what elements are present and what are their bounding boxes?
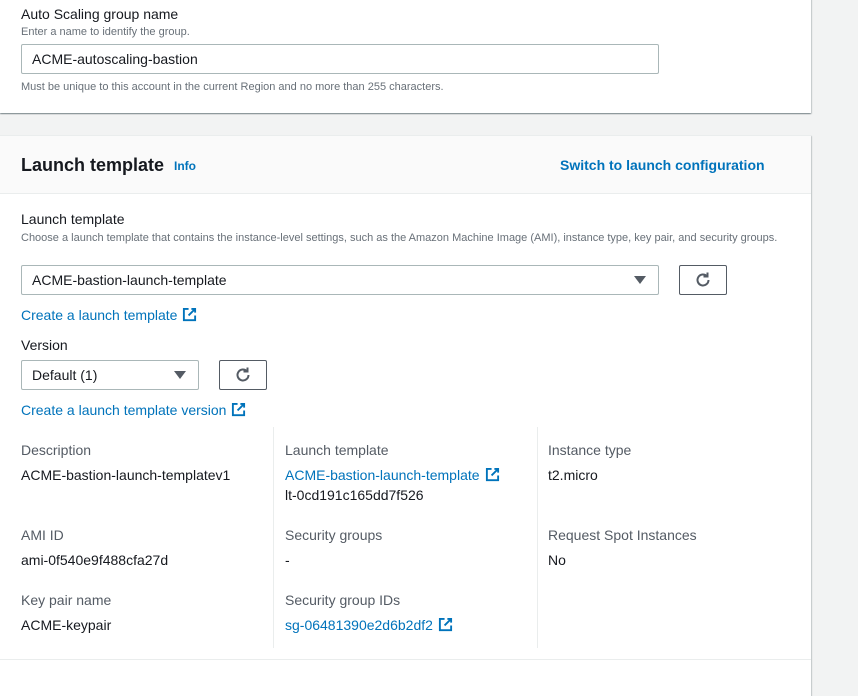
key-pair-value: ACME-keypair — [21, 617, 112, 633]
create-version-label: Create a launch template version — [21, 402, 227, 418]
refresh-templates-button[interactable] — [679, 265, 727, 295]
asg-name-value: ACME-autoscaling-bastion — [32, 51, 198, 67]
spot-instances-value: No — [548, 552, 566, 568]
launch-template-detail-link-label: ACME-bastion-launch-template — [285, 467, 480, 483]
ami-id-label: AMI ID — [21, 527, 64, 543]
create-launch-template-version-link[interactable]: Create a launch template version — [21, 402, 246, 418]
external-link-icon — [232, 402, 246, 417]
version-label: Version — [21, 337, 68, 353]
instance-type-value: t2.micro — [548, 467, 598, 483]
create-launch-template-label: Create a launch template — [21, 307, 178, 323]
column-divider — [537, 427, 538, 648]
asg-name-hint: Enter a name to identify the group. — [21, 26, 190, 38]
section-divider — [0, 659, 811, 660]
refresh-icon — [236, 367, 250, 382]
asg-name-constraint: Must be unique to this account in the cu… — [21, 81, 444, 93]
refresh-icon — [696, 272, 710, 287]
launch-template-selected: ACME-bastion-launch-template — [32, 272, 227, 288]
switch-to-launch-configuration-link[interactable]: Switch to launch configuration — [560, 157, 765, 173]
external-link-icon — [183, 307, 197, 322]
security-group-ids-label: Security group IDs — [285, 592, 401, 608]
external-link-icon — [485, 467, 499, 482]
refresh-versions-button[interactable] — [219, 360, 267, 390]
security-groups-label: Security groups — [285, 527, 383, 543]
launch-template-header: Launch template Info Switch to launch co… — [0, 136, 811, 194]
spot-instances-label: Request Spot Instances — [548, 527, 697, 543]
info-link[interactable]: Info — [174, 159, 196, 173]
asg-name-label: Auto Scaling group name — [21, 6, 179, 22]
asg-name-input[interactable]: ACME-autoscaling-bastion — [21, 44, 659, 74]
key-pair-label: Key pair name — [21, 592, 112, 608]
description-value: ACME-bastion-launch-templatev1 — [21, 467, 231, 483]
version-selected: Default (1) — [32, 367, 98, 383]
asg-name-card: Auto Scaling group name Enter a name to … — [0, 0, 811, 113]
section-title: Launch template — [21, 155, 165, 175]
caret-down-icon — [174, 371, 186, 379]
ami-id-value: ami-0f540e9f488cfa27d — [21, 552, 169, 568]
launch-template-card: Launch template Info Switch to launch co… — [0, 135, 811, 696]
external-link-icon — [438, 617, 452, 632]
launch-template-field-label: Launch template — [21, 211, 125, 227]
launch-template-detail-link[interactable]: ACME-bastion-launch-template — [285, 467, 500, 483]
launch-template-id: lt-0cd191c165dd7f526 — [285, 487, 424, 503]
column-divider — [273, 427, 274, 648]
caret-down-icon — [634, 276, 646, 284]
instance-type-label: Instance type — [548, 442, 632, 458]
security-group-id-link[interactable]: sg-06481390e2d6b2df2 — [285, 617, 453, 633]
security-groups-value: - — [285, 552, 290, 568]
create-launch-template-link[interactable]: Create a launch template — [21, 307, 197, 323]
launch-template-select[interactable]: ACME-bastion-launch-template — [21, 265, 659, 295]
launch-template-detail-label: Launch template — [285, 442, 389, 458]
version-select[interactable]: Default (1) — [21, 360, 199, 390]
description-label: Description — [21, 442, 92, 458]
security-group-id-link-label: sg-06481390e2d6b2df2 — [285, 617, 433, 633]
launch-template-field-hint: Choose a launch template that contains t… — [21, 232, 778, 244]
